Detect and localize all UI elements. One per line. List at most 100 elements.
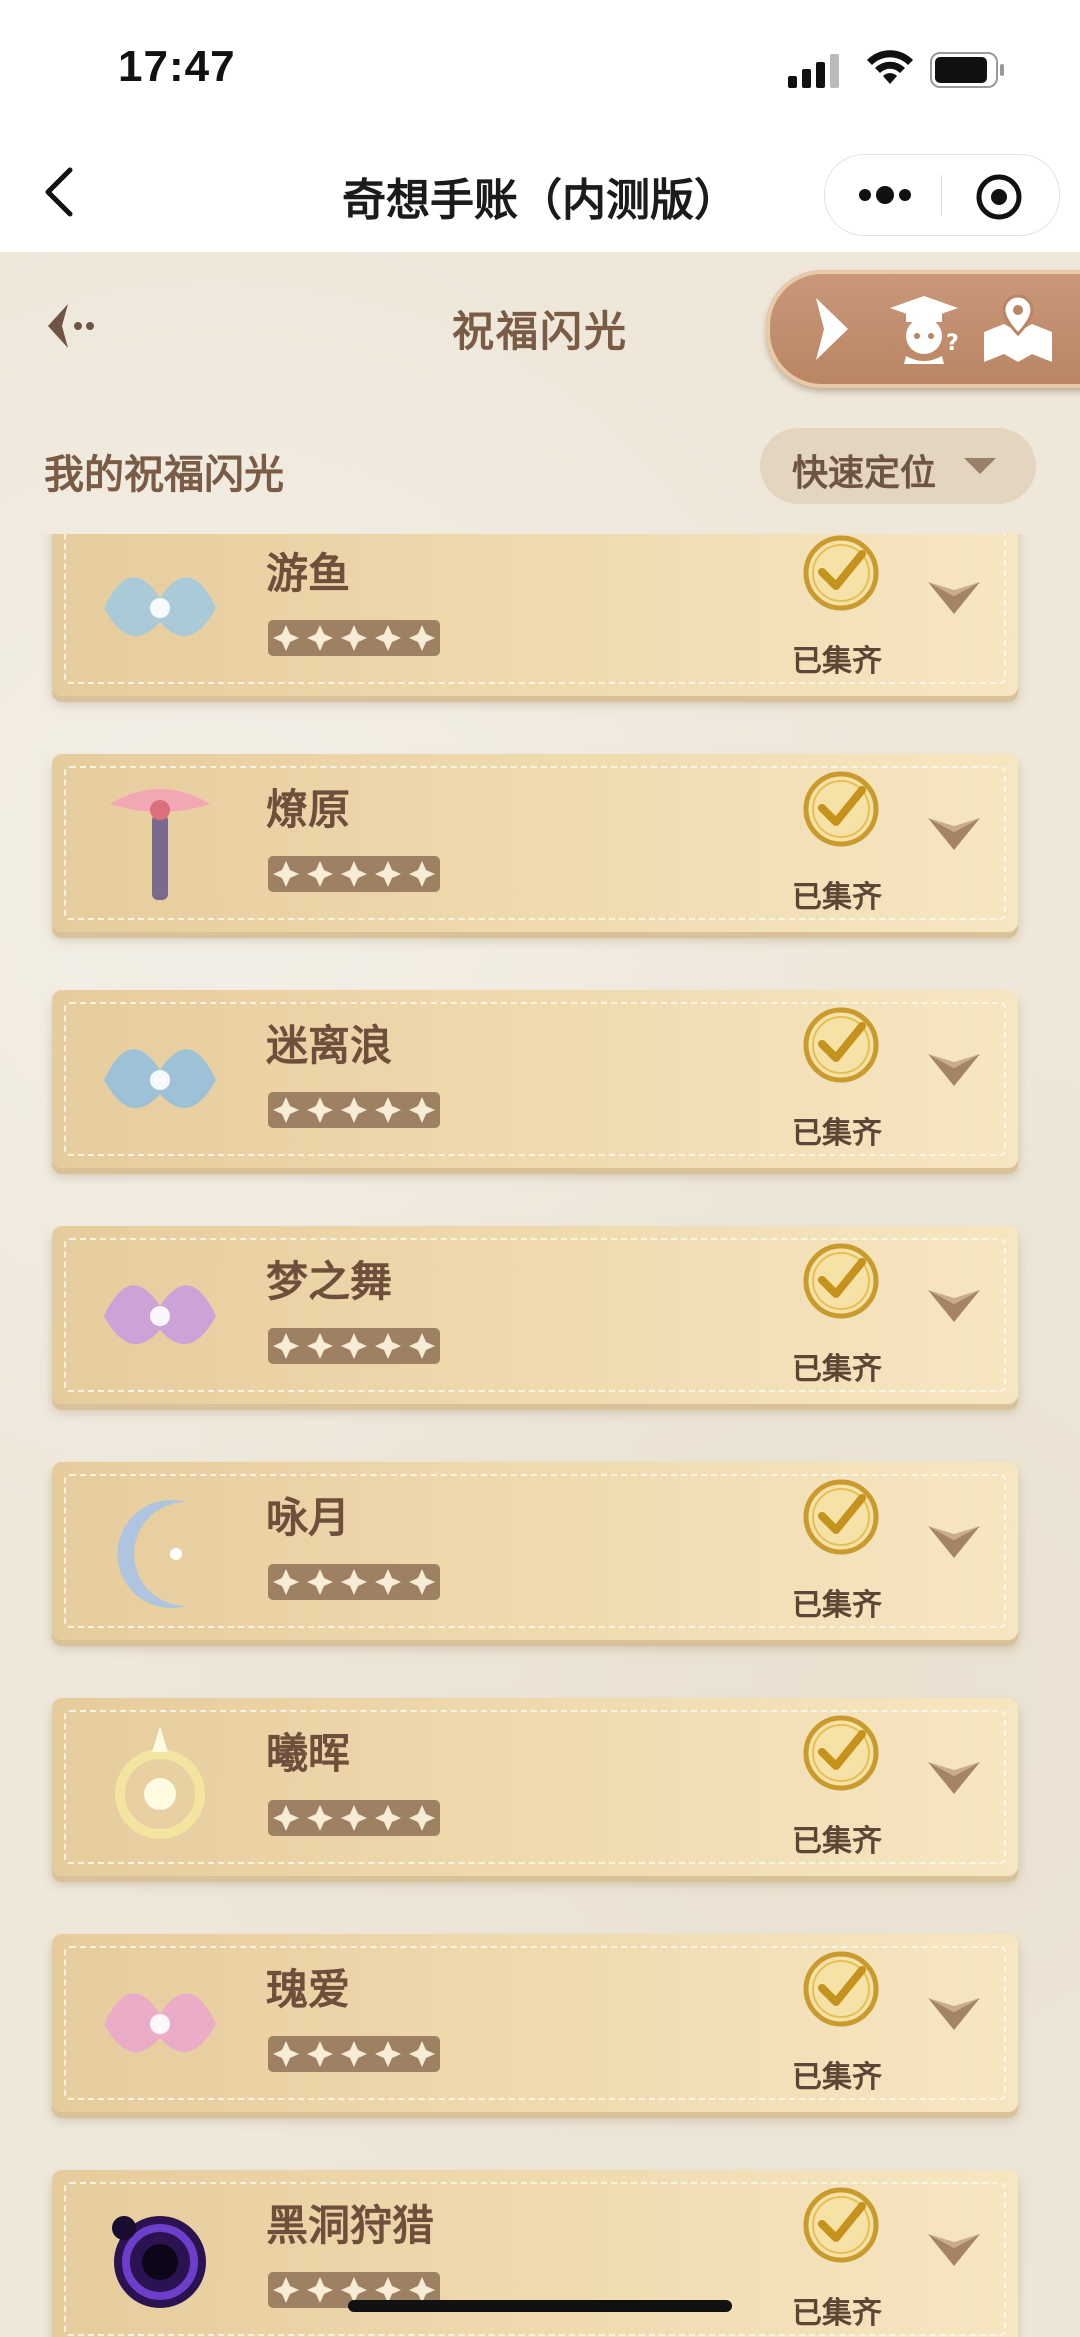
close-miniprogram-icon[interactable] <box>975 173 1023 221</box>
battery-icon <box>930 52 1004 88</box>
quick-locate-label: 快速定位 <box>792 453 937 494</box>
star-icon <box>409 1805 435 1831</box>
star-icon <box>409 2041 435 2067</box>
page-body: 祝福闪光 ? 我的祝福闪光 快速定位 游鱼 已集齐 燎原 已集齐 迷离浪 已集齐… <box>0 252 1080 2337</box>
blessing-name: 游鱼 <box>266 549 351 598</box>
expand-chevron-icon[interactable] <box>926 812 982 852</box>
blessing-name: 曦晖 <box>266 1729 351 1778</box>
status-time: 17:47 <box>118 42 236 91</box>
wifi-icon <box>867 50 913 84</box>
home-indicator <box>348 2300 732 2312</box>
star-icon <box>273 1097 299 1123</box>
blessing-list: 游鱼 已集齐 燎原 已集齐 迷离浪 已集齐 梦之舞 已集齐 咏月 已集齐 曦晖 … <box>0 534 1080 2337</box>
expand-chevron-icon[interactable] <box>926 1520 982 1560</box>
expand-chevron-icon[interactable] <box>926 1048 982 1088</box>
star-icon <box>273 861 299 887</box>
blessing-name: 迷离浪 <box>266 1021 393 1070</box>
star-icon <box>273 2277 299 2303</box>
blessing-card[interactable]: 瑰爱 已集齐 <box>52 1934 1018 2112</box>
star-icon <box>375 1097 401 1123</box>
tool-panel: ? <box>766 270 1080 388</box>
fish-wings-art <box>90 538 230 678</box>
star-icon <box>273 1333 299 1359</box>
expand-chevron-icon[interactable] <box>926 2228 982 2268</box>
star-icon <box>273 1569 299 1595</box>
star-icon <box>409 1569 435 1595</box>
star-icon <box>341 861 367 887</box>
star-icon <box>307 1333 333 1359</box>
star-icon <box>341 625 367 651</box>
star-icon <box>341 2041 367 2067</box>
purple-wings-art <box>90 1246 230 1386</box>
status-bar: 17:47 <box>0 0 1080 140</box>
crescent-moon-art <box>90 1482 230 1622</box>
check-circle-icon <box>803 535 879 611</box>
collected-status: 已集齐 <box>792 1588 882 1623</box>
collected-status: 已集齐 <box>792 2296 882 2331</box>
blessing-name: 瑰爱 <box>266 1965 351 2014</box>
expand-chevron-icon[interactable] <box>926 1992 982 2032</box>
star-icon <box>307 1097 333 1123</box>
collected-status: 已集齐 <box>792 1116 882 1151</box>
more-options-icon[interactable] <box>857 177 913 213</box>
star-rating <box>268 1800 440 1836</box>
blessing-name: 咏月 <box>266 1493 351 1542</box>
blessing-card[interactable]: 曦晖 已集齐 <box>52 1698 1018 1876</box>
pink-rose-art <box>90 1954 230 2094</box>
star-icon <box>409 1333 435 1359</box>
svg-text:?: ? <box>946 331 959 356</box>
star-rating <box>268 1328 440 1364</box>
star-icon <box>273 1805 299 1831</box>
star-icon <box>341 1569 367 1595</box>
star-icon <box>375 1805 401 1831</box>
section-title: 我的祝福闪光 <box>44 452 284 498</box>
star-icon <box>273 2041 299 2067</box>
map-location-icon[interactable] <box>978 292 1058 366</box>
check-circle-icon <box>803 771 879 847</box>
blessing-name: 黑洞狩猎 <box>266 2201 435 2250</box>
star-icon <box>307 861 333 887</box>
cellular-signal-icon <box>788 54 839 88</box>
star-icon <box>307 1569 333 1595</box>
star-icon <box>375 1333 401 1359</box>
check-circle-icon <box>803 1715 879 1791</box>
check-circle-icon <box>803 1479 879 1555</box>
star-icon <box>409 861 435 887</box>
capsule-divider <box>941 175 942 215</box>
capsule-menu <box>824 154 1060 236</box>
star-icon <box>341 1097 367 1123</box>
red-fairy-art <box>90 774 230 914</box>
star-rating <box>268 1564 440 1600</box>
blessing-card[interactable]: 游鱼 已集齐 <box>52 534 1018 696</box>
blessing-name: 燎原 <box>266 785 351 834</box>
expand-chevron-icon[interactable] <box>926 1284 982 1324</box>
collected-status: 已集齐 <box>792 880 882 915</box>
navigation-bar: 奇想手账（内测版） <box>0 140 1080 252</box>
collected-status: 已集齐 <box>792 2060 882 2095</box>
star-rating <box>268 2036 440 2072</box>
blue-wave-art <box>90 1010 230 1150</box>
blessing-card[interactable]: 梦之舞 已集齐 <box>52 1226 1018 1404</box>
star-rating <box>268 620 440 656</box>
check-circle-icon <box>803 2187 879 2263</box>
blessing-card[interactable]: 咏月 已集齐 <box>52 1462 1018 1640</box>
blessing-card[interactable]: 燎原 已集齐 <box>52 754 1018 932</box>
star-icon <box>409 1097 435 1123</box>
star-icon <box>307 2277 333 2303</box>
golden-sun-art <box>90 1718 230 1858</box>
star-icon <box>375 2041 401 2067</box>
blessing-card[interactable]: 迷离浪 已集齐 <box>52 990 1018 1168</box>
star-icon <box>409 625 435 651</box>
star-icon <box>307 625 333 651</box>
star-icon <box>375 861 401 887</box>
check-circle-icon <box>803 1007 879 1083</box>
collected-status: 已集齐 <box>792 1824 882 1859</box>
expand-chevron-icon[interactable] <box>926 1756 982 1796</box>
check-circle-icon <box>803 1243 879 1319</box>
collected-status: 已集齐 <box>792 1352 882 1387</box>
play-arrow-icon[interactable] <box>810 292 854 366</box>
tutor-help-icon[interactable]: ? <box>884 292 964 366</box>
quick-locate-dropdown[interactable]: 快速定位 <box>760 428 1036 504</box>
expand-chevron-icon[interactable] <box>926 576 982 616</box>
blessing-name: 梦之舞 <box>266 1257 393 1306</box>
